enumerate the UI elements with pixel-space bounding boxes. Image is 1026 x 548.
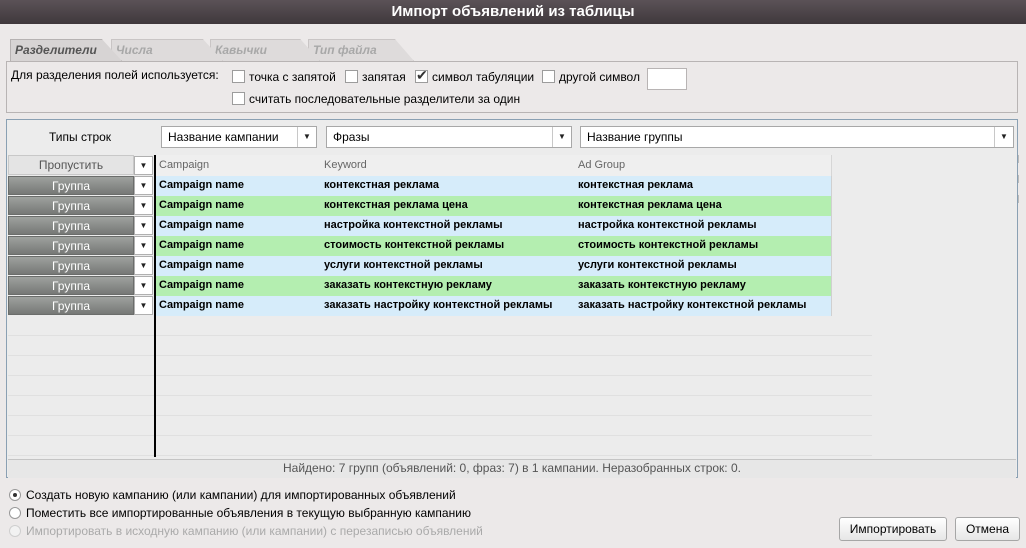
table-cell: Campaign name [156, 296, 322, 316]
table-cell: контекстная реклама [321, 176, 576, 196]
import-button[interactable]: Импортировать [839, 517, 947, 541]
scroll-tick [1018, 195, 1025, 203]
empty-row [8, 316, 154, 336]
consecutive-checkbox[interactable] [232, 92, 245, 105]
table-cell: услуги контекстной рекламы [321, 256, 576, 276]
other-char-input[interactable] [647, 68, 687, 90]
column-type-value: Название группы [587, 130, 683, 144]
dialog-title-bar: Импорт объявлений из таблицы [0, 0, 1026, 24]
scroll-tick [1018, 175, 1025, 183]
other-char-checkbox[interactable] [542, 70, 555, 83]
row-type-dropdown-button[interactable]: ▼ [134, 296, 153, 315]
row-type-select[interactable]: Группа [8, 296, 134, 315]
checkmark-icon: ✔ [416, 67, 428, 83]
empty-row [8, 436, 154, 456]
table-cell: Campaign name [156, 176, 322, 196]
table-cell: настройка контекстной рекламы [321, 216, 576, 236]
table-cell: стоимость контекстной рекламы [575, 236, 832, 256]
table-cell: услуги контекстной рекламы [575, 256, 832, 276]
row-type-select[interactable]: Группа [8, 176, 134, 195]
new-campaign-radio[interactable] [9, 489, 21, 501]
table-cell: контекстная реклама цена [321, 196, 576, 216]
skip-dropdown-button[interactable]: ▼ [134, 156, 153, 175]
table-cell: контекстная реклама цена [575, 196, 832, 216]
row-type-dropdown-button[interactable]: ▼ [134, 176, 153, 195]
current-campaign-label: Поместить все импортированные объявления… [26, 506, 471, 520]
column-header-ad-group: Ad Group [575, 155, 832, 176]
row-type-dropdown-button[interactable]: ▼ [134, 216, 153, 235]
table-cell: заказать настройку контекстной рекламы [575, 296, 832, 316]
table-cell: Campaign name [156, 216, 322, 236]
consecutive-label: считать последовательные разделители за … [249, 92, 521, 106]
empty-row [156, 436, 872, 456]
table-cell: Campaign name [156, 256, 322, 276]
empty-row [156, 396, 872, 416]
column-type-select-keywords[interactable]: Фразы ▼ [326, 126, 572, 148]
dialog-title: Импорт объявлений из таблицы [391, 3, 635, 20]
overwrite-campaign-radio [9, 525, 21, 537]
empty-row [8, 356, 154, 376]
table-cell: заказать контекстную рекламу [575, 276, 832, 296]
empty-row [156, 356, 872, 376]
empty-row [8, 396, 154, 416]
chevron-down-icon: ▼ [994, 127, 1013, 147]
row-type-dropdown-button[interactable]: ▼ [134, 256, 153, 275]
semicolon-label: точка с запятой [249, 70, 336, 84]
overwrite-campaign-label: Импортировать в исходную кампанию (или к… [26, 524, 483, 538]
row-type-select[interactable]: Группа [8, 276, 134, 295]
row-type-separator [154, 155, 156, 457]
column-type-select-campaign[interactable]: Название кампании ▼ [161, 126, 317, 148]
row-type-select[interactable]: Группа [8, 196, 134, 215]
table-cell: контекстная реклама [575, 176, 832, 196]
row-types-label: Типы строк [49, 130, 112, 144]
column-type-value: Название кампании [168, 130, 279, 144]
column-header-keyword: Keyword [321, 155, 576, 176]
grid-status-text: Найдено: 7 групп (объявлений: 0, фраз: 7… [283, 461, 741, 475]
table-cell: стоимость контекстной рекламы [321, 236, 576, 256]
row-type-dropdown-button[interactable]: ▼ [134, 236, 153, 255]
table-cell: заказать настройку контекстной рекламы [321, 296, 576, 316]
new-campaign-label: Создать новую кампанию (или кампании) дл… [26, 488, 456, 502]
column-type-value: Фразы [333, 130, 370, 144]
current-campaign-radio[interactable] [9, 507, 21, 519]
column-header-label: Campaign [159, 159, 210, 171]
tab-char-checkbox[interactable]: ✔ [415, 67, 428, 83]
table-cell: заказать контекстную рекламу [321, 276, 576, 296]
empty-row [156, 376, 872, 396]
other-char-label: другой символ [559, 70, 640, 84]
row-type-dropdown-button[interactable]: ▼ [134, 276, 153, 295]
empty-row [8, 336, 154, 356]
empty-row [8, 376, 154, 396]
chevron-down-icon: ▼ [297, 127, 316, 147]
table-cell: Campaign name [156, 196, 322, 216]
row-type-dropdown-button[interactable]: ▼ [134, 196, 153, 215]
skip-select[interactable]: Пропустить [8, 155, 134, 175]
empty-row [156, 336, 872, 356]
row-type-select[interactable]: Группа [8, 256, 134, 275]
row-type-select[interactable]: Группа [8, 236, 134, 255]
cancel-button[interactable]: Отмена [955, 517, 1020, 541]
table-cell: Campaign name [156, 276, 322, 296]
column-header-label: Ad Group [578, 159, 626, 171]
table-cell: Campaign name [156, 236, 322, 256]
comma-checkbox[interactable] [345, 70, 358, 83]
separators-label: Для разделения полей используется: [11, 68, 219, 82]
column-type-select-group[interactable]: Название группы ▼ [580, 126, 1014, 148]
table-cell: настройка контекстной рекламы [575, 216, 832, 236]
empty-row [156, 316, 872, 336]
chevron-down-icon: ▼ [552, 127, 571, 147]
column-header-campaign: Campaign [156, 155, 322, 176]
skip-label: Пропустить [38, 158, 104, 172]
row-type-select[interactable]: Группа [8, 216, 134, 235]
column-header-label: Keyword [324, 159, 367, 171]
semicolon-checkbox[interactable] [232, 70, 245, 83]
comma-label: запятая [362, 70, 406, 84]
tab-char-label: символ табуляции [432, 70, 535, 84]
empty-row [8, 416, 154, 436]
scroll-tick [1018, 155, 1025, 163]
grid-status-bar: Найдено: 7 групп (объявлений: 0, фраз: 7… [8, 459, 1016, 478]
empty-row [156, 416, 872, 436]
